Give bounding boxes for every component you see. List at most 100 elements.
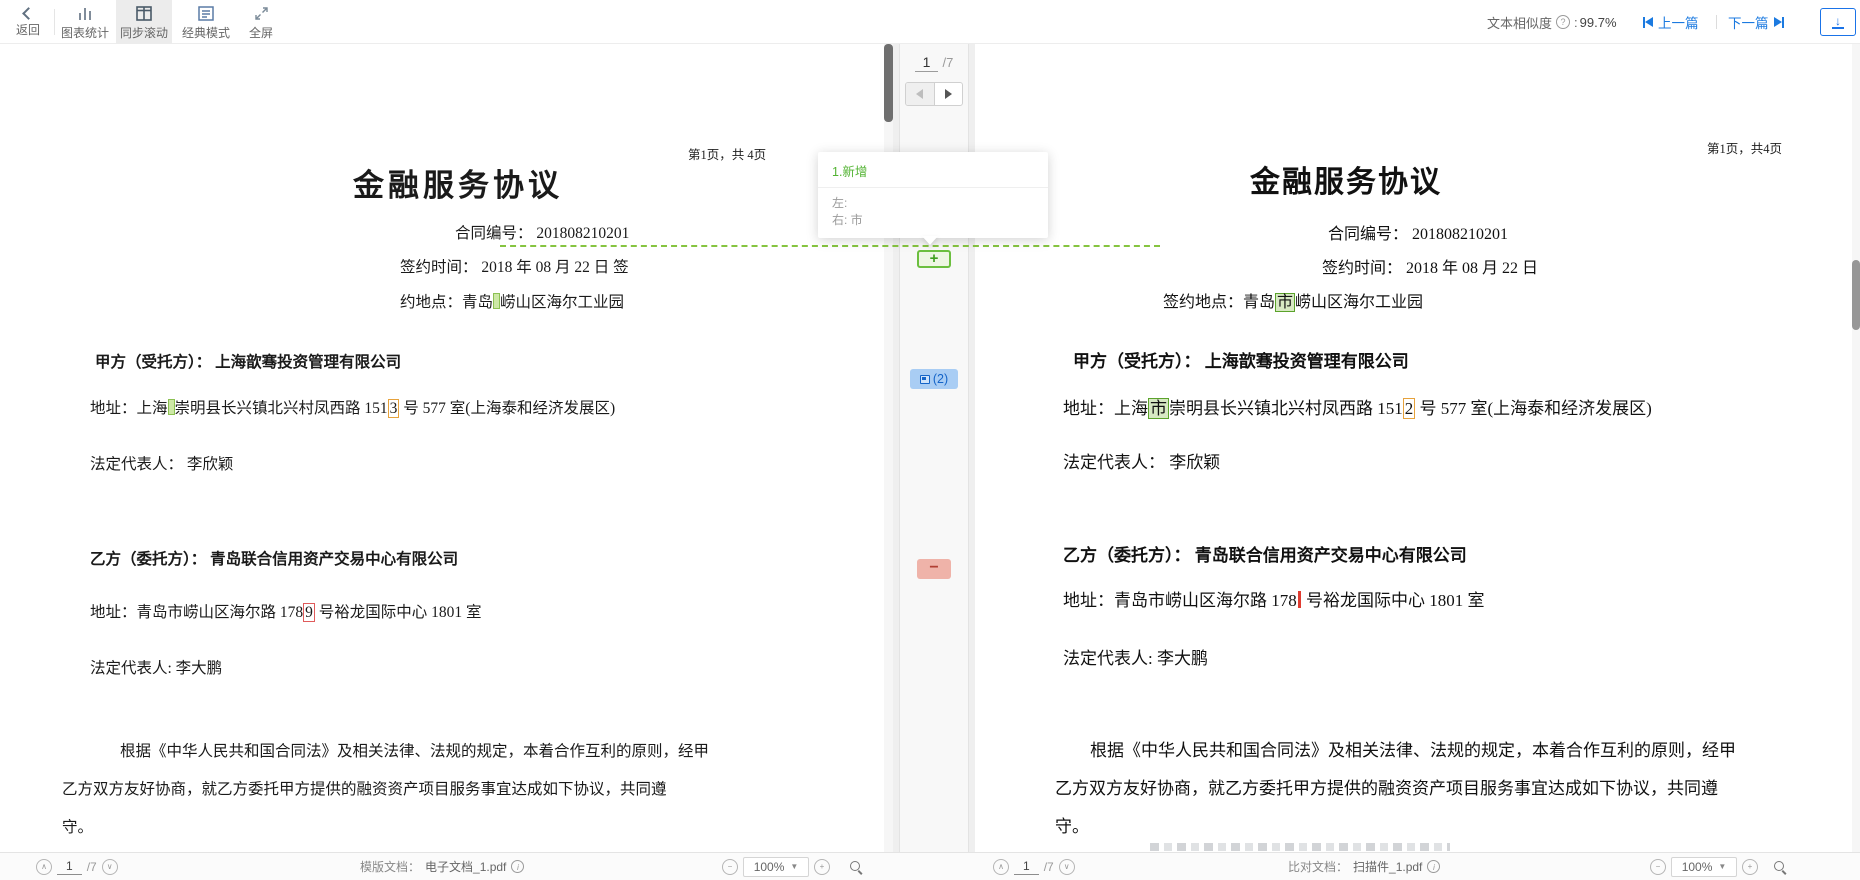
tool-chart-stats[interactable]: 图表统计 <box>58 0 112 44</box>
back-label: 返回 <box>16 21 40 38</box>
tool-fullscreen[interactable]: 全屏 <box>240 0 282 44</box>
right-page-input[interactable]: 1 <box>1014 859 1039 875</box>
tool-chart-label: 图表统计 <box>61 24 109 41</box>
tool-classic-label: 经典模式 <box>182 24 230 41</box>
diff-tooltip-right: 右: 市 <box>832 212 1034 229</box>
diff-tooltip-body: 左: 右: 市 <box>818 188 1048 236</box>
right-doc-title: 金融服务协议 <box>1250 157 1442 201</box>
right-document-pane[interactable]: 第1页，共4页 金融服务协议 合同编号： 201808210201 签约时间： … <box>975 44 1852 852</box>
left-zoom-value: 100% <box>754 860 785 874</box>
right-page-up-icon[interactable]: ∧ <box>993 859 1009 875</box>
right-page-total: /7 <box>1044 860 1054 874</box>
bar-chart-icon <box>77 6 94 21</box>
insert-marker-box: 市 <box>1148 398 1169 419</box>
left-contract-no: 合同编号： 201808210201 <box>455 221 629 243</box>
right-paragraph-line3: 守。 <box>1055 812 1089 837</box>
left-page-input[interactable]: 1 <box>57 859 82 875</box>
left-legal-b: 法定代表人: 李大鹏 <box>90 656 222 678</box>
insert-marker-box: 市 <box>1275 293 1295 312</box>
gutter-next-page-button[interactable] <box>935 83 963 105</box>
fullscreen-icon <box>254 6 269 21</box>
right-doc-info: 比对文档： 扫描件_1.pdf i <box>1288 853 1440 880</box>
right-zoom-controls: − 100% ▼ + <box>1650 853 1787 880</box>
chevron-down-icon: ▼ <box>790 862 798 871</box>
diff-connector-line <box>500 245 1160 247</box>
right-sign-place-post: 崂山区海尔工业园 <box>1295 294 1423 311</box>
left-doc-label: 模版文档： <box>360 858 420 875</box>
tool-classic-mode[interactable]: 经典模式 <box>178 0 234 44</box>
modify-marker-box: 3 <box>388 399 400 418</box>
help-question-icon[interactable]: ? <box>1556 15 1570 29</box>
left-page-down-icon[interactable]: ∨ <box>102 859 118 875</box>
right-paragraph-line2: 乙方双方友好协商，就乙方委托甲方提供的融资资产项目服务事宜达成如下协议，共同遵 <box>1055 774 1718 799</box>
right-addr-a-mid: 崇明县长兴镇北兴村凤西路 151 <box>1169 399 1403 418</box>
toolbar-divider <box>54 9 55 35</box>
prev-doc-label: 上一篇 <box>1658 12 1699 32</box>
zoom-in-icon[interactable]: + <box>1742 859 1758 875</box>
right-addr-a-post: 号 577 室(上海泰和经济发展区) <box>1415 399 1652 418</box>
back-button[interactable]: 返回 <box>8 0 48 44</box>
right-sign-place: 签约地点：青岛市崂山区海尔工业园 <box>1163 288 1423 312</box>
diff-tooltip-title: 1.新增 <box>818 152 1048 188</box>
right-paragraph-line1: 根据《中华人民共和国合同法》及相关法律、法规的规定，本着合作互利的原则，经甲 <box>1090 736 1736 761</box>
compare-app: 返回 图表统计 同步滚动 <box>0 0 1860 880</box>
chevron-down-icon: ▼ <box>1718 862 1726 871</box>
info-icon[interactable]: i <box>511 860 524 873</box>
left-document-pane[interactable]: 第1页，共 4页 金融服务协议 合同编号： 201808210201 签约时间：… <box>0 44 884 852</box>
gutter-prev-page-button[interactable] <box>906 83 935 105</box>
tool-sync-scroll[interactable]: 同步滚动 <box>116 0 172 44</box>
right-sign-place-pre: 签约地点：青岛 <box>1163 294 1275 311</box>
clipped-text-line <box>1150 843 1450 851</box>
left-pager: ∧ 1 /7 ∨ <box>36 853 118 880</box>
right-page-down-icon[interactable]: ∨ <box>1059 859 1075 875</box>
search-icon[interactable] <box>849 860 863 874</box>
left-address-b: 地址：青岛市崂山区海尔路 1789 号裕龙国际中心 1801 室 <box>90 600 482 622</box>
diff-insert-marker-button[interactable]: + <box>917 250 951 268</box>
diff-delete-marker-button[interactable]: − <box>917 559 951 579</box>
left-page-up-icon[interactable]: ∧ <box>36 859 52 875</box>
download-button[interactable]: ↓ <box>1820 8 1856 36</box>
next-doc-button[interactable]: 下一篇 <box>1728 0 1784 44</box>
top-toolbar: 返回 图表统计 同步滚动 <box>0 0 1860 44</box>
diff-badge-count: (2) <box>933 372 948 386</box>
left-doc-name: 电子文档_1.pdf <box>425 858 506 875</box>
delete-marker-box: 9 <box>303 603 315 622</box>
left-legal-a: 法定代表人： 李欣颖 <box>90 452 233 474</box>
download-icon-base <box>1832 27 1844 29</box>
left-arrow-icon <box>916 89 923 99</box>
diff-modify-group-badge[interactable]: (2) <box>910 369 958 389</box>
nav-separator <box>1716 15 1717 29</box>
info-icon[interactable]: i <box>1427 860 1440 873</box>
zoom-in-icon[interactable]: + <box>814 859 830 875</box>
left-scrollbar-thumb[interactable] <box>884 44 893 122</box>
right-pane-scrollbar[interactable] <box>1852 44 1860 852</box>
search-icon[interactable] <box>1773 860 1787 874</box>
right-zoom-select[interactable]: 100% ▼ <box>1671 857 1737 877</box>
left-addr-a-pre: 地址：上海 <box>90 400 168 417</box>
left-zoom-controls: − 100% ▼ + <box>722 853 863 880</box>
insert-marker-sliver <box>168 399 175 415</box>
gutter-pager: 1 /7 <box>893 54 975 72</box>
diff-tooltip-left: 左: <box>832 195 1034 212</box>
right-doc-name: 扫描件_1.pdf <box>1353 858 1422 875</box>
tool-sync-label: 同步滚动 <box>120 24 168 41</box>
gutter-page-input[interactable]: 1 <box>915 54 939 72</box>
right-zoom-value: 100% <box>1682 860 1713 874</box>
zoom-out-icon[interactable]: − <box>722 859 738 875</box>
prev-doc-button[interactable]: 上一篇 <box>1643 0 1699 44</box>
skip-prev-icon <box>1643 17 1653 28</box>
right-contract-no: 合同编号： 201808210201 <box>1328 220 1508 244</box>
similarity-value: 99.7% <box>1580 15 1617 30</box>
left-address-a: 地址：上海崇明县长兴镇北兴村凤西路 1513 号 577 室(上海泰和经济发展区… <box>90 396 615 418</box>
left-sign-time: 签约时间： 2018 年 08 月 22 日 签 <box>400 255 629 277</box>
right-address-a: 地址：上海市崇明县长兴镇北兴村凤西路 1512 号 577 室(上海泰和经济发展… <box>1063 394 1652 419</box>
left-sign-place-post: 崂山区海尔工业园 <box>500 294 624 311</box>
left-addr-a-post: 号 577 室(上海泰和经济发展区) <box>399 400 615 417</box>
left-zoom-select[interactable]: 100% ▼ <box>743 857 809 877</box>
right-scrollbar-thumb[interactable] <box>1852 260 1860 330</box>
left-paragraph-line2: 乙方双方友好协商，就乙方委托甲方提供的融资资产项目服务事宜达成如下协议，共同遵 <box>62 777 667 799</box>
list-icon <box>198 6 214 21</box>
right-doc-label: 比对文档： <box>1288 858 1348 875</box>
zoom-out-icon[interactable]: − <box>1650 859 1666 875</box>
gutter-page-total: /7 <box>942 55 953 70</box>
